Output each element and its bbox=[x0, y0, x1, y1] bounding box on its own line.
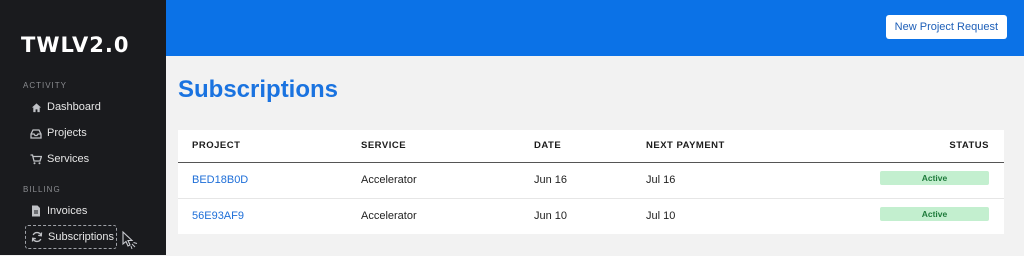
new-project-request-button[interactable]: New Project Request bbox=[885, 15, 1007, 39]
page-title: Subscriptions bbox=[178, 76, 339, 103]
inbox-tray-icon bbox=[30, 127, 42, 139]
refresh-icon bbox=[31, 231, 43, 243]
document-icon bbox=[30, 205, 42, 217]
cart-icon bbox=[30, 153, 42, 165]
column-header-status: STATUS bbox=[949, 140, 989, 151]
column-header-service: SERVICE bbox=[361, 140, 407, 151]
table-row: BED18B0D Accelerator Jun 16 Jul 16 Activ… bbox=[178, 163, 1004, 199]
table-row: 56E93AF9 Accelerator Jun 10 Jul 10 Activ… bbox=[178, 199, 1004, 234]
service-cell: Accelerator bbox=[361, 174, 417, 186]
sidebar-item-label: Projects bbox=[47, 127, 87, 139]
status-badge: Active bbox=[880, 171, 989, 185]
next-payment-cell: Jul 16 bbox=[646, 174, 676, 186]
brand-logo[interactable]: TWLV2.0 bbox=[21, 33, 129, 57]
column-header-date: DATE bbox=[534, 140, 562, 151]
status-badge: Active bbox=[880, 207, 989, 221]
sidebar-item-subscriptions[interactable]: Subscriptions bbox=[25, 225, 117, 249]
section-label-billing: BILLING bbox=[23, 185, 61, 194]
sidebar-item-dashboard[interactable]: Dashboard bbox=[30, 98, 101, 116]
project-id-link[interactable]: 56E93AF9 bbox=[192, 210, 244, 222]
sidebar-item-label: Services bbox=[47, 153, 90, 165]
date-cell: Jun 10 bbox=[534, 210, 568, 222]
home-icon bbox=[30, 101, 42, 113]
mouse-pointer-icon bbox=[120, 229, 140, 256]
next-payment-cell: Jul 10 bbox=[646, 210, 676, 222]
sidebar-item-invoices[interactable]: Invoices bbox=[30, 202, 87, 220]
sidebar-item-projects[interactable]: Projects bbox=[30, 124, 87, 142]
top-header-bar: New Project Request bbox=[166, 0, 1024, 56]
sidebar-item-label: Invoices bbox=[47, 205, 88, 217]
column-header-next-payment: NEXT PAYMENT bbox=[646, 140, 725, 151]
table-header-row: PROJECT SERVICE DATE NEXT PAYMENT STATUS bbox=[178, 130, 1004, 163]
sidebar-item-services[interactable]: Services bbox=[30, 150, 89, 168]
service-cell: Accelerator bbox=[361, 210, 417, 222]
project-id-link[interactable]: BED18B0D bbox=[192, 174, 248, 186]
date-cell: Jun 16 bbox=[534, 174, 568, 186]
sidebar-item-label: Subscriptions bbox=[48, 231, 115, 243]
sidebar-item-label: Dashboard bbox=[47, 101, 101, 113]
subscriptions-table: PROJECT SERVICE DATE NEXT PAYMENT STATUS… bbox=[178, 130, 1004, 234]
section-label-activity: ACTIVITY bbox=[23, 81, 68, 90]
sidebar: TWLV2.0 ACTIVITY Dashboard Projects Serv… bbox=[0, 0, 166, 255]
column-header-project: PROJECT bbox=[192, 140, 241, 151]
